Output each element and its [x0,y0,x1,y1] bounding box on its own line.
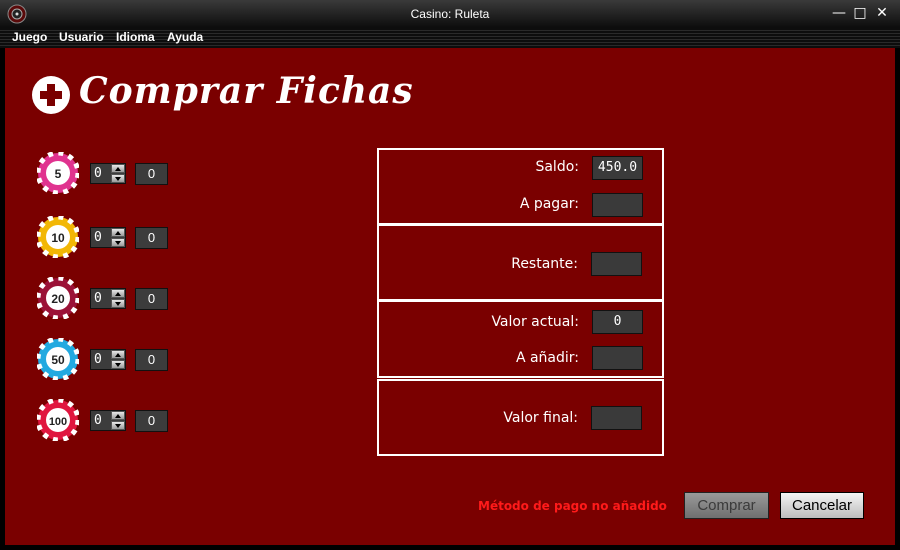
saldo-label: Saldo: [535,159,579,175]
chip-row-5: 5 0 0 [37,152,177,196]
valor-final-field [591,406,642,430]
chip-10-icon: 10 [37,216,79,258]
chip-10-quantity: 0 [94,230,102,245]
menu-idioma-label: Idioma [116,30,155,44]
chip-50-increment-button[interactable] [111,350,125,359]
final-value-box: Valor final: [377,379,664,456]
window-title: Casino: Ruleta [410,7,490,21]
chip-row-10: 10 0 0 [37,216,177,260]
chip-20-label: 20 [51,292,65,306]
chip-100-decrement-button[interactable] [111,421,125,430]
buy-button[interactable]: Comprar [684,492,769,519]
chip-value-box: Valor actual: 0 A añadir: [377,300,664,378]
chip-10-total: 0 [135,227,168,249]
buy-chips-panel: Comprar Fichas 5 0 0 10 0 0 20 0 0 50 0 … [5,48,895,545]
chip-20-quantity-stepper[interactable]: 0 [90,288,126,309]
valor-actual-label: Valor actual: [491,314,579,330]
restante-label: Restante: [511,256,578,272]
chip-5-label: 5 [55,167,62,181]
chip-20-icon: 20 [37,277,79,319]
menu-juego-label: Juego [12,30,48,44]
chip-10-label: 10 [51,231,65,245]
valor-final-label: Valor final: [503,410,578,426]
chip-20-decrement-button[interactable] [111,299,125,308]
chip-5-quantity-stepper[interactable]: 0 [90,163,126,184]
chip-50-quantity: 0 [94,352,102,367]
a-pagar-label: A pagar: [519,196,579,212]
cancel-button[interactable]: Cancelar [780,492,864,519]
a-pagar-field [592,193,643,217]
chip-5-decrement-button[interactable] [111,174,125,183]
chip-10-increment-button[interactable] [111,228,125,237]
close-button[interactable]: ✕ [874,5,890,21]
chip-20-quantity: 0 [94,291,102,306]
a-anadir-field [592,346,643,370]
chip-5-increment-button[interactable] [111,164,125,173]
menu-ayuda-label: Ayuda [167,30,204,44]
menu-juego[interactable]: Juego [12,30,47,44]
chip-50-total: 0 [135,349,168,371]
menu-usuario[interactable]: Usuario [59,30,104,44]
menu-bar: Juego Usuario Idioma Ayuda [0,28,900,48]
minimize-button[interactable]: — [831,5,847,21]
chip-row-50: 50 0 0 [37,338,177,382]
remaining-box: Restante: [377,224,664,301]
payment-error-message: Método de pago no añadido [478,499,667,513]
chip-5-quantity: 0 [94,166,102,181]
chip-5-total: 0 [135,163,168,185]
a-anadir-label: A añadir: [515,350,579,366]
chip-100-icon: 100 [37,399,79,441]
chip-100-label: 100 [49,416,67,428]
menu-usuario-label: Usuario [59,30,104,44]
valor-actual-field: 0 [592,310,643,334]
chip-row-100: 100 0 0 [37,399,177,443]
chip-20-increment-button[interactable] [111,289,125,298]
chip-100-quantity-stepper[interactable]: 0 [90,410,126,431]
chip-50-decrement-button[interactable] [111,360,125,369]
menu-ayuda[interactable]: Ayuda [167,30,203,44]
chip-20-total: 0 [135,288,168,310]
chip-row-20: 20 0 0 [37,277,177,321]
chip-100-quantity: 0 [94,413,102,428]
chip-100-increment-button[interactable] [111,411,125,420]
menu-idioma[interactable]: Idioma [116,30,155,44]
restante-field [591,252,642,276]
chip-10-decrement-button[interactable] [111,238,125,247]
chip-50-quantity-stepper[interactable]: 0 [90,349,126,370]
chip-100-total: 0 [135,410,168,432]
page-title: Comprar Fichas [79,70,414,112]
chip-10-quantity-stepper[interactable]: 0 [90,227,126,248]
chip-50-label: 50 [51,353,65,367]
payment-box: Saldo: 450.0 A pagar: [377,148,664,225]
saldo-field: 450.0 [592,156,643,180]
title-bar: Casino: Ruleta — □ ✕ [0,0,900,28]
plus-circle-icon [32,76,70,114]
maximize-button[interactable]: □ [852,5,868,21]
chip-5-icon: 5 [37,152,79,194]
chip-50-icon: 50 [37,338,79,380]
